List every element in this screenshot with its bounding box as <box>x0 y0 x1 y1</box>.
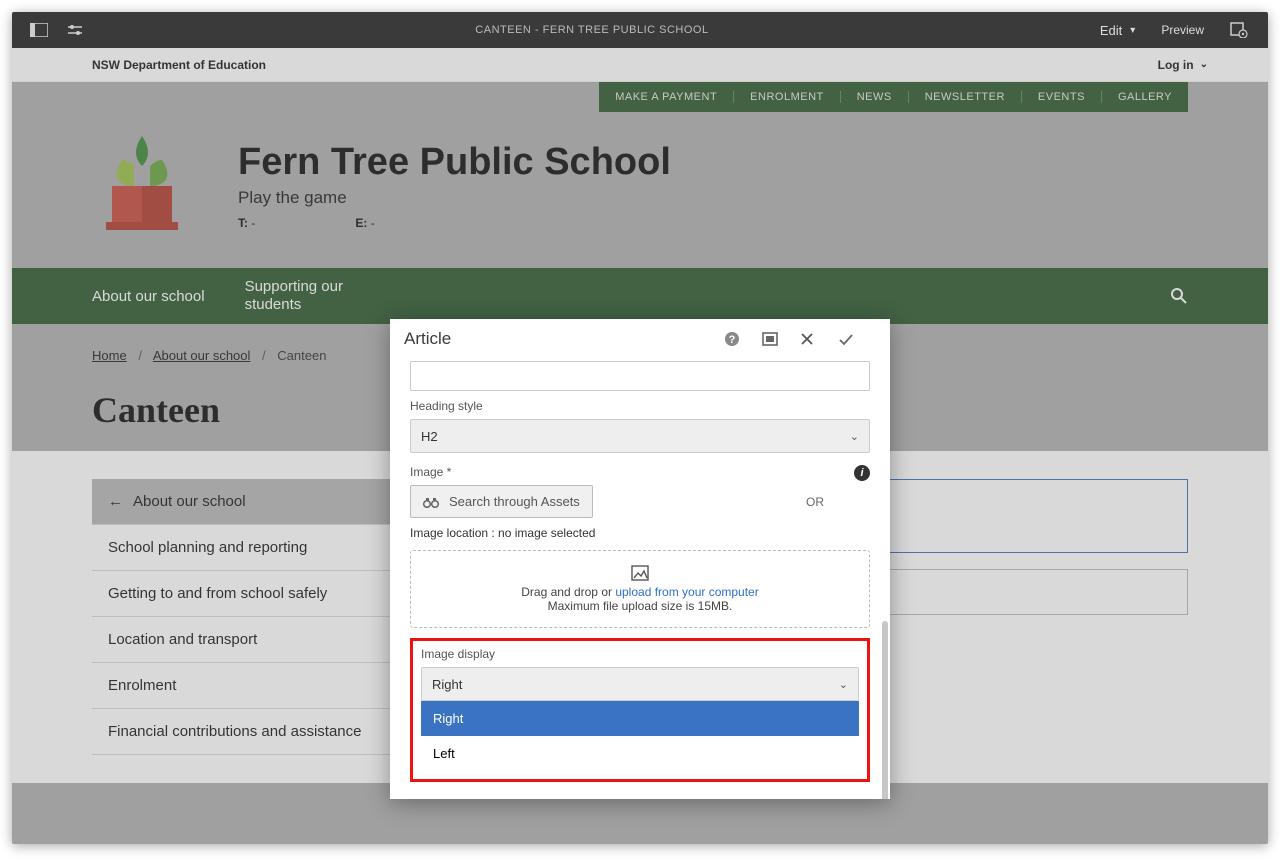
drop-text-pre: Drag and drop or <box>521 585 615 599</box>
school-tagline: Play the game <box>238 188 671 208</box>
sidebar-item[interactable]: Enrolment <box>92 663 412 709</box>
heading-style-value: H2 <box>421 429 438 444</box>
preview-label[interactable]: Preview <box>1161 23 1204 37</box>
crumb-home[interactable]: Home <box>92 348 127 363</box>
department-name: NSW Department of Education <box>92 58 266 72</box>
help-icon[interactable]: ? <box>724 331 762 347</box>
sidebar-item-about[interactable]: About our school <box>92 479 412 525</box>
sidebar-item[interactable]: Financial contributions and assistance <box>92 709 412 755</box>
image-location-text: Image location : no image selected <box>410 526 870 540</box>
editor-top-bar: CANTEEN - FERN TREE PUBLIC SCHOOL Edit ▾… <box>12 12 1268 48</box>
binoculars-icon <box>423 496 439 508</box>
nav-supporting[interactable]: Supporting our students <box>245 278 385 314</box>
phone-value: - <box>251 216 255 230</box>
department-bar: NSW Department of Education Log in ⌄ <box>12 48 1268 82</box>
dialog-title: Article <box>404 329 451 349</box>
image-display-section: Image display Right ⌄ Right Left <box>410 638 870 782</box>
option-left[interactable]: Left <box>421 736 859 771</box>
image-icon <box>421 565 859 581</box>
email-value: - <box>371 216 375 230</box>
utility-nav: MAKE A PAYMENT ENROLMENT NEWS NEWSLETTER… <box>12 82 1268 112</box>
image-display-options: Right Left <box>421 701 859 771</box>
nav-about[interactable]: About our school <box>92 288 205 305</box>
util-link[interactable]: EVENTS <box>1022 91 1102 103</box>
search-icon[interactable] <box>1170 287 1188 305</box>
upload-link[interactable]: upload from your computer <box>615 585 758 599</box>
masthead: Fern Tree Public School Play the game T:… <box>12 112 1268 268</box>
image-display-select[interactable]: Right ⌄ <box>421 667 859 701</box>
heading-text-input[interactable] <box>410 361 870 391</box>
info-icon[interactable]: i <box>854 465 870 481</box>
edit-dropdown[interactable]: Edit ▾ <box>1100 23 1135 38</box>
upload-size-text: Maximum file upload size is 15MB. <box>421 599 859 613</box>
page-settings-icon[interactable] <box>1230 22 1248 38</box>
sidebar-item[interactable]: Getting to and from school safely <box>92 571 412 617</box>
login-link[interactable]: Log in ⌄ <box>1158 58 1208 72</box>
util-link[interactable]: GALLERY <box>1102 91 1188 103</box>
login-label: Log in <box>1158 58 1194 72</box>
sidebar-item[interactable]: Location and transport <box>92 617 412 663</box>
image-label: Image * <box>410 465 451 479</box>
article-dialog: Article ? Heading style H <box>390 319 890 799</box>
editor-page-title: CANTEEN - FERN TREE PUBLIC SCHOOL <box>84 24 1100 36</box>
or-text: OR <box>806 495 824 509</box>
edit-label: Edit <box>1100 23 1122 38</box>
chevron-down-icon: ⌄ <box>839 678 848 691</box>
crumb-about[interactable]: About our school <box>153 348 251 363</box>
util-link[interactable]: NEWS <box>841 91 909 103</box>
sidebar-item[interactable]: School planning and reporting <box>92 525 412 571</box>
image-display-label: Image display <box>421 647 859 661</box>
crumb-current: Canteen <box>277 348 326 363</box>
option-right[interactable]: Right <box>421 701 859 736</box>
util-link[interactable]: MAKE A PAYMENT <box>599 91 734 103</box>
chevron-down-icon: ⌄ <box>850 430 859 443</box>
main-nav: About our school Supporting our students <box>12 268 1268 324</box>
fullscreen-icon[interactable] <box>762 332 800 346</box>
image-display-value: Right <box>432 677 462 692</box>
upload-drop-zone[interactable]: Drag and drop or upload from your comput… <box>410 550 870 628</box>
sliders-icon[interactable] <box>66 23 84 37</box>
search-assets-label: Search through Assets <box>449 494 580 509</box>
phone-label: T: <box>238 216 248 230</box>
school-name: Fern Tree Public School <box>238 141 671 184</box>
util-link[interactable]: ENROLMENT <box>734 91 841 103</box>
sidebar-nav: About our school School planning and rep… <box>92 479 412 755</box>
school-logo <box>92 130 202 240</box>
heading-style-label: Heading style <box>410 399 870 413</box>
sidebar-item-label: About our school <box>133 493 246 510</box>
email-label: E: <box>355 216 367 230</box>
chevron-down-icon: ▾ <box>1130 25 1135 36</box>
close-icon[interactable] <box>800 332 838 346</box>
svg-text:?: ? <box>729 334 736 346</box>
chevron-down-icon: ⌄ <box>1200 59 1208 70</box>
util-link[interactable]: NEWSLETTER <box>909 91 1022 103</box>
heading-style-select[interactable]: H2 ⌄ <box>410 419 870 453</box>
confirm-icon[interactable] <box>838 332 876 346</box>
panel-icon[interactable] <box>30 23 48 37</box>
scrollbar-thumb[interactable] <box>882 621 888 799</box>
search-assets-button[interactable]: Search through Assets <box>410 485 593 518</box>
